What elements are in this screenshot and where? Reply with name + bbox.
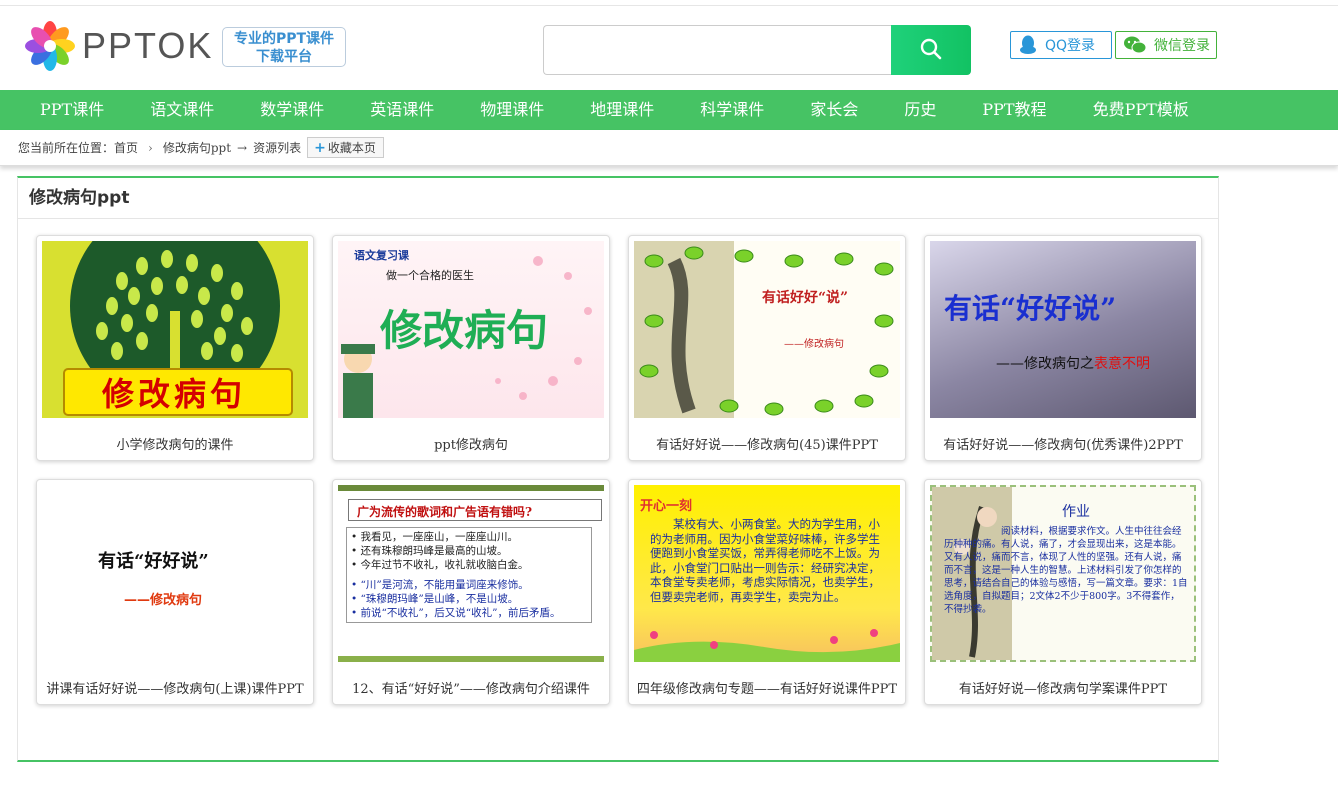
card-thumbnail[interactable]: 开心一刻 某校有大、小两食堂。大的为学生用，小的为老师用。因为小食堂菜好味棒，许… bbox=[634, 485, 900, 662]
breadcrumb-category[interactable]: 修改病句ppt bbox=[163, 139, 231, 156]
card-caption[interactable]: 有话好好说—修改病句学案课件PPT bbox=[929, 678, 1197, 697]
thumbnail-subtitle-main: ——修改病句之 bbox=[996, 356, 1094, 372]
thumbnail-line: • 前说“不收礼”，后又说“收礼”，前后矛盾。 bbox=[351, 607, 561, 619]
search-button[interactable] bbox=[891, 25, 971, 75]
qq-penguin-icon bbox=[1020, 35, 1036, 54]
search-icon bbox=[920, 38, 942, 59]
thumbnail-body: 阅读材料，根据要求作文。人生中往往会经历种种的痛。有人说，痛了，才会显现出来，这… bbox=[944, 526, 1188, 615]
thumbnail-title: 有话“好好说” bbox=[98, 551, 209, 572]
vine-frame-illustration bbox=[634, 241, 894, 418]
card-thumbnail[interactable]: 修改病句 bbox=[42, 241, 308, 418]
breadcrumb-home[interactable]: 首页 bbox=[114, 139, 138, 156]
logo-text: PPTOK bbox=[82, 25, 214, 66]
wechat-login-label: 微信登录 bbox=[1154, 38, 1210, 54]
resource-card[interactable]: 语文复习课 做一个合格的医生 修改病句 ppt修改病句 bbox=[332, 235, 610, 461]
flower-logo-icon bbox=[25, 21, 75, 71]
favorite-button[interactable]: + 收藏本页 bbox=[307, 137, 384, 158]
card-caption[interactable]: 四年级修改病句专题——有话好好说课件PPT bbox=[633, 678, 901, 697]
nav-item-ppt[interactable]: PPT课件 bbox=[17, 90, 127, 130]
thumbnail-line: • 今年过节不收礼，收礼就收脑白金。 bbox=[351, 559, 529, 571]
thumbnail-line-text: 我看见，一座座山，一座座山川。 bbox=[360, 531, 519, 543]
breadcrumb: 您当前所在位置： 首页 › 修改病句ppt → 资源列表 + 收藏本页 bbox=[0, 130, 1338, 166]
resource-card[interactable]: 修改病句 小学修改病句的课件 bbox=[36, 235, 314, 461]
thumbnail-line-text: “川”是河流，不能用量词座来修饰。 bbox=[360, 579, 529, 591]
thumbnail-line: • “川”是河流，不能用量词座来修饰。 bbox=[351, 579, 529, 591]
card-caption[interactable]: 小学修改病句的课件 bbox=[41, 434, 309, 453]
search-bar bbox=[543, 25, 971, 75]
plus-icon: + bbox=[314, 140, 326, 156]
thumbnail-title: 修改病句 bbox=[102, 375, 247, 413]
qq-login-label: QQ登录 bbox=[1045, 38, 1096, 54]
nav-item-geography[interactable]: 地理课件 bbox=[567, 90, 677, 130]
breadcrumb-arrow: → bbox=[237, 140, 248, 155]
resource-card[interactable]: 有话好好“说” ——修改病句 有话好好说——修改病句(45)课件PPT bbox=[628, 235, 906, 461]
thumbnail-subtitle: ——修改病句 bbox=[124, 593, 203, 608]
card-thumbnail[interactable]: 作业 阅读材料，根据要求作文。人生中往往会经历种种的痛。有人说，痛了，才会显现出… bbox=[930, 485, 1196, 662]
nav-item-science[interactable]: 科学课件 bbox=[677, 90, 787, 130]
nav-item-chinese[interactable]: 语文课件 bbox=[127, 90, 237, 130]
qq-login-button[interactable]: QQ登录 bbox=[1010, 31, 1112, 59]
grass-decoration bbox=[634, 629, 900, 662]
thumbnail-title: 有话好好“说” bbox=[762, 290, 849, 306]
slogan-badge: 专业的PPT课件 下载平台 bbox=[222, 27, 346, 67]
thumbnail-line: • 还有珠穆朗玛峰是最高的山坡。 bbox=[351, 545, 508, 557]
resource-card[interactable]: 作业 阅读材料，根据要求作文。人生中往往会经历种种的痛。有人说，痛了，才会显现出… bbox=[924, 479, 1202, 705]
resource-card[interactable]: 广为流传的歌词和广告语有错吗? • 我看见，一座座山，一座座山川。 • 还有珠穆… bbox=[332, 479, 610, 705]
thumbnail-line: • “珠穆朗玛峰”是山峰，不是山坡。 bbox=[351, 593, 519, 605]
resource-card[interactable]: 有话“好好说” ——修改病句之表意不明 有话好好说——修改病句(优秀课件)2PP… bbox=[924, 235, 1202, 461]
card-caption[interactable]: 有话好好说——修改病句(45)课件PPT bbox=[633, 434, 901, 453]
slogan-line-1: 专业的PPT课件 bbox=[233, 31, 335, 47]
card-caption[interactable]: 12、有话“好好说”——修改病句介绍课件 bbox=[337, 678, 605, 697]
nav-item-english[interactable]: 英语课件 bbox=[347, 90, 457, 130]
card-thumbnail[interactable]: 语文复习课 做一个合格的医生 修改病句 bbox=[338, 241, 604, 418]
main-nav: PPT课件 语文课件 数学课件 英语课件 物理课件 地理课件 科学课件 家长会 … bbox=[0, 90, 1338, 130]
card-caption[interactable]: 有话好好说——修改病句(优秀课件)2PPT bbox=[929, 434, 1197, 453]
breadcrumb-prefix: 您当前所在位置： bbox=[18, 141, 115, 155]
panel-title: 修改病句ppt bbox=[18, 178, 1218, 219]
favorite-label: 收藏本页 bbox=[327, 141, 376, 155]
resource-card[interactable]: 有话“好好说” ——修改病句 讲课有话好好说——修改病句(上课)课件PPT bbox=[36, 479, 314, 705]
thumbnail-body: • 我看见，一座座山，一座座山川。 • 还有珠穆朗玛峰是最高的山坡。 • 今年过… bbox=[346, 527, 592, 623]
card-thumbnail[interactable]: 有话“好好说” ——修改病句之表意不明 bbox=[930, 241, 1196, 418]
nav-item-free-templates[interactable]: 免费PPT模板 bbox=[1070, 90, 1212, 130]
site-header: PPTOK 专业的PPT课件 下载平台 QQ登录 微信登录 bbox=[0, 6, 1338, 90]
dotted-decoration bbox=[380, 136, 1338, 138]
resource-card[interactable]: 开心一刻 某校有大、小两食堂。大的为学生用，小的为老师用。因为小食堂菜好味棒，许… bbox=[628, 479, 906, 705]
site-logo[interactable]: PPTOK bbox=[24, 20, 213, 72]
doctor-illustration bbox=[341, 256, 592, 418]
slogan-line-2: 下载平台 bbox=[256, 49, 312, 65]
thumbnail-title: 广为流传的歌词和广告语有错吗? bbox=[348, 499, 602, 521]
thumbnail-line-text: 还有珠穆朗玛峰是最高的山坡。 bbox=[360, 545, 508, 557]
card-thumbnail[interactable]: 广为流传的歌词和广告语有错吗? • 我看见，一座座山，一座座山川。 • 还有珠穆… bbox=[338, 485, 604, 662]
chevron-right-icon: › bbox=[148, 140, 153, 155]
resource-panel: 修改病句ppt 修改病句 小学修改病句的课件 语文复习课 做一个合格的医生 修改… bbox=[17, 176, 1219, 762]
nav-item-parents-meeting[interactable]: 家长会 bbox=[787, 90, 881, 130]
thumbnail-line-text: “珠穆朗玛峰”是山峰，不是山坡。 bbox=[360, 593, 519, 605]
wechat-login-button[interactable]: 微信登录 bbox=[1115, 31, 1217, 59]
card-thumbnail[interactable]: 有话“好好说” ——修改病句 bbox=[42, 485, 308, 662]
wechat-icon bbox=[1124, 36, 1146, 54]
breadcrumb-current: 资源列表 bbox=[253, 141, 302, 155]
nav-item-physics[interactable]: 物理课件 bbox=[457, 90, 567, 130]
card-caption[interactable]: ppt修改病句 bbox=[337, 434, 605, 453]
nav-item-history[interactable]: 历史 bbox=[881, 90, 959, 130]
thumbnail-line-text: 今年过节不收礼，收礼就收脑白金。 bbox=[360, 559, 529, 571]
nav-item-ppt-tutorial[interactable]: PPT教程 bbox=[959, 90, 1069, 130]
card-thumbnail[interactable]: 有话好好“说” ——修改病句 bbox=[634, 241, 900, 418]
nav-item-math[interactable]: 数学课件 bbox=[237, 90, 347, 130]
thumbnail-line: • 我看见，一座座山，一座座山川。 bbox=[351, 531, 519, 543]
card-caption[interactable]: 讲课有话好好说——修改病句(上课)课件PPT bbox=[41, 678, 309, 697]
thumbnail-subtitle-highlight: 表意不明 bbox=[1094, 356, 1150, 372]
thumbnail-subtitle: ——修改病句 bbox=[784, 339, 844, 350]
thumbnail-subtitle: ——修改病句之表意不明 bbox=[996, 353, 1150, 373]
search-input[interactable] bbox=[543, 25, 891, 75]
thumbnail-title: 有话“好好说” bbox=[944, 292, 1117, 325]
thumbnail-title: 作业 bbox=[1062, 504, 1090, 520]
thumbnail-line-text: 前说“不收礼”，后又说“收礼”，前后矛盾。 bbox=[360, 607, 561, 619]
